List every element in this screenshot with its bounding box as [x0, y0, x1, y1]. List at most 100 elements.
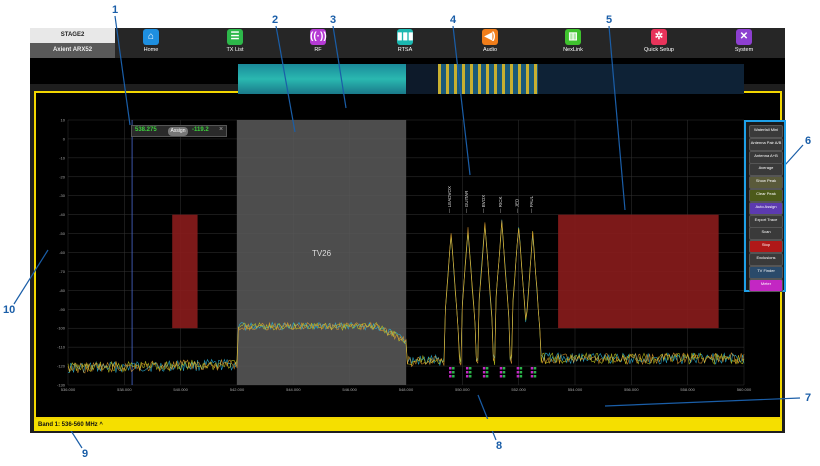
callout-number: 7 [805, 392, 812, 404]
y-tick-label: -10 [59, 155, 66, 160]
tx-marker [468, 367, 472, 370]
exclusion-zone [558, 214, 719, 329]
x-tick-label: 548.000 [399, 387, 414, 392]
callout-number: 8 [496, 440, 503, 452]
y-tick-label: -100 [57, 326, 66, 331]
side-button-tv-finder[interactable]: TV Finder [749, 265, 783, 279]
tx-marker [499, 371, 503, 374]
tx-label: — LEADVOX [447, 186, 452, 213]
callout-number: 3 [330, 14, 337, 26]
callout-arrow [114, 15, 131, 126]
tx-marker [533, 375, 537, 378]
callout-number: 9 [82, 448, 89, 460]
callout-arrow [604, 397, 801, 407]
close-icon[interactable]: × [219, 126, 223, 133]
tx-marker [482, 367, 486, 370]
y-tick-label: -90 [59, 307, 66, 312]
band-selector[interactable]: Band 1: 536-560 MHz ^ [34, 419, 782, 431]
tx-marker [449, 375, 452, 378]
y-tick-label: -120 [57, 364, 66, 369]
tx-marker [533, 367, 537, 370]
side-button-waterfall-mini[interactable]: Waterfall Mini [749, 125, 783, 138]
tx-marker [465, 371, 469, 374]
tx-marker [516, 375, 520, 378]
callout-arrow [477, 394, 497, 441]
y-tick-label: 10 [61, 118, 66, 123]
callout-arrow [13, 249, 49, 305]
tx-label: — RICK [498, 196, 503, 213]
callout-arrow [784, 144, 804, 166]
x-tick-label: 538.000 [117, 387, 132, 392]
y-tick-label: -50 [59, 231, 66, 236]
tooltip-level: -119.2 [192, 127, 209, 133]
x-tick-label: 558.000 [680, 387, 695, 392]
tv-channel-label: TV26 [312, 249, 332, 258]
frequency-tooltip: 538.275 Assign -119.2 × [131, 125, 227, 137]
side-button-antenna-a-b[interactable]: Antenna A+B [749, 150, 783, 164]
callout-number: 10 [3, 304, 16, 316]
y-tick-label: -80 [59, 288, 66, 293]
tx-marker [530, 367, 534, 370]
exclusion-zone [172, 214, 198, 329]
callout-arrow [275, 25, 296, 133]
callout-arrow [608, 25, 626, 211]
callout-number: 6 [805, 135, 812, 147]
x-tick-label: 560.000 [737, 387, 752, 392]
callout-number: 2 [272, 14, 279, 26]
tx-label: — PAUL [529, 195, 534, 213]
tx-marker [530, 375, 534, 378]
callout-arrow [332, 25, 347, 109]
callout-number: 4 [450, 14, 457, 26]
x-tick-label: 554.000 [568, 387, 583, 392]
side-button-scan[interactable]: Scan [749, 227, 783, 241]
x-tick-label: 544.000 [286, 387, 301, 392]
tx-marker [468, 371, 472, 374]
y-tick-label: -60 [59, 250, 66, 255]
callout-arrow [452, 25, 471, 176]
tx-marker [485, 371, 489, 374]
tx-marker [468, 375, 472, 378]
tx-marker [452, 371, 455, 374]
tx-marker [530, 371, 534, 374]
assign-button[interactable]: Assign [168, 127, 188, 136]
tx-marker [449, 371, 452, 374]
tx-label: — BVOX [481, 195, 486, 213]
tx-label: — JED [515, 198, 520, 213]
tx-label: — GUITAR [464, 190, 469, 213]
tx-marker [482, 375, 486, 378]
spectrum-plot[interactable]: 10 0 -10 -20 -30 -40 -50 -60 -70 -80 -90 -100 -110 -1… [0, 0, 820, 466]
side-button-exclusions[interactable]: Exclusions [749, 253, 783, 266]
tx-marker [449, 367, 452, 370]
tx-marker [533, 371, 537, 374]
x-tick-label: 556.000 [624, 387, 639, 392]
tx-marker [502, 367, 506, 370]
side-button-meter[interactable]: Meter [749, 278, 783, 292]
tx-marker [519, 375, 523, 378]
tx-marker [452, 375, 455, 378]
tx-marker [465, 375, 469, 378]
side-button-export-trace[interactable]: Export Trace [749, 214, 783, 228]
tx-marker [485, 367, 489, 370]
side-button-auto-assign[interactable]: Auto Assign [749, 201, 783, 215]
tooltip-frequency: 538.275 [135, 127, 157, 133]
tx-marker [452, 367, 455, 370]
callout-number: 1 [112, 4, 119, 16]
y-tick-label: 0 [63, 136, 66, 141]
x-tick-label: 546.000 [342, 387, 357, 392]
x-tick-label: 540.000 [173, 387, 188, 392]
tx-marker [482, 371, 486, 374]
side-button-show-peak[interactable]: Show Peak [749, 176, 783, 190]
tx-marker [499, 367, 503, 370]
tx-marker [519, 367, 523, 370]
x-tick-label: 552.000 [511, 387, 526, 392]
x-tick-label: 536.000 [61, 387, 76, 392]
side-button-antenna-pair-a-b[interactable]: Antenna Pair A/B [749, 137, 783, 151]
tx-marker [485, 375, 489, 378]
side-button-clear-peak[interactable]: Clear Peak [749, 189, 783, 202]
side-button-average[interactable]: Average [749, 163, 783, 177]
side-button-stop[interactable]: Stop [749, 240, 783, 254]
tx-marker [519, 371, 523, 374]
x-tick-label: 550.000 [455, 387, 470, 392]
y-tick-label: -20 [59, 174, 66, 179]
side-control-panel: Waterfall Mini Antenna Pair A/B Antenna A+… [744, 120, 786, 292]
